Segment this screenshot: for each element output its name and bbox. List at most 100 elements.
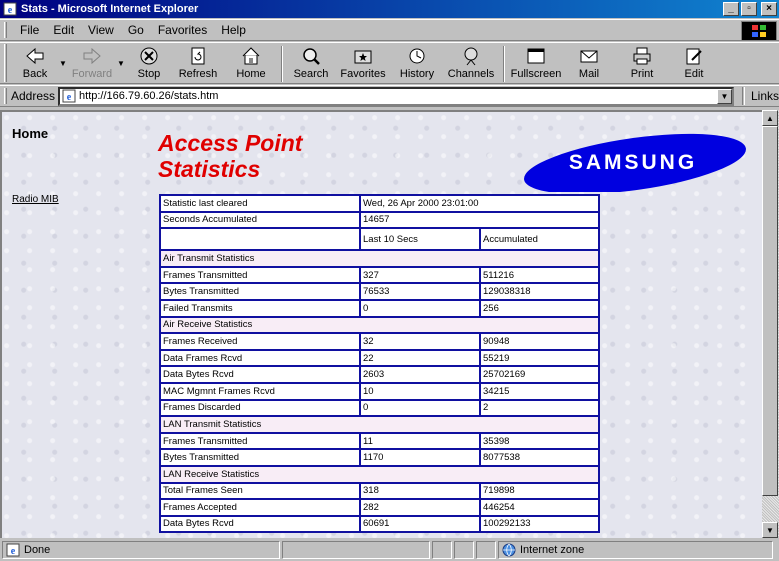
stat-label: Frames Discarded: [159, 398, 361, 418]
section-header-row: Air Receive Statistics: [159, 315, 600, 335]
table-row: Data Bytes Rcvd 60691 100292133: [159, 514, 600, 534]
back-dropdown-icon[interactable]: ▼: [57, 43, 69, 83]
table-row: Frames Accepted 282 446254: [159, 498, 600, 517]
forward-dropdown-icon[interactable]: ▼: [115, 43, 127, 83]
links-button[interactable]: Links: [751, 89, 779, 103]
forward-arrow-icon: [83, 47, 101, 65]
section-header-row: LAN Transmit Statistics: [159, 415, 600, 434]
table-row: MAC Mgmnt Frames Rcvd 10 34215: [159, 381, 600, 401]
stat-label: Bytes Transmitted: [159, 448, 361, 467]
address-bar: Address e http://166.79.60.26/stats.htm …: [0, 85, 779, 107]
table-row: Total Frames Seen 318 719898: [159, 481, 600, 501]
home-icon: [242, 47, 260, 65]
favorites-icon: [354, 50, 372, 64]
column-header-accumulated: Accumulated: [479, 227, 600, 252]
menu-favorites[interactable]: Favorites: [151, 23, 214, 37]
menu-go[interactable]: Go: [121, 23, 151, 37]
stat-last-10-secs: 0: [359, 398, 481, 418]
nav-radio-mib-link[interactable]: Radio MIB: [12, 194, 59, 205]
menu-grip[interactable]: [4, 22, 7, 38]
stat-accumulated: 2: [479, 398, 600, 418]
seconds-accumulated-label: Seconds Accumulated: [159, 210, 361, 230]
security-zone: Internet zone: [520, 544, 585, 556]
home-button[interactable]: Home: [225, 43, 277, 83]
status-text: Done: [24, 544, 51, 556]
address-grip[interactable]: [4, 88, 7, 104]
table-row: Failed Transmits 0 256: [159, 298, 600, 318]
status-panel-small: [432, 541, 452, 559]
stat-last-10-secs: 0: [359, 298, 481, 318]
section-header-row: Air Transmit Statistics: [159, 249, 600, 268]
history-button[interactable]: History: [391, 43, 443, 83]
stats-table: Statistic last cleared Wed, 26 Apr 2000 2…: [159, 194, 600, 534]
toolbar-separator: [503, 46, 505, 82]
table-row: Bytes Transmitted 76533 129038318: [159, 282, 600, 301]
mail-button[interactable]: Mail: [563, 43, 615, 83]
stop-button[interactable]: Stop: [127, 43, 171, 83]
last-cleared-value: Wed, 26 Apr 2000 23:01:00: [359, 194, 600, 213]
toolbar: Back ▼ Forward ▼ Stop Refresh Home Searc…: [0, 42, 779, 84]
scroll-down-icon[interactable]: ▼: [762, 522, 778, 538]
stat-label: Frames Received: [159, 332, 361, 351]
channels-button[interactable]: Channels: [443, 43, 499, 83]
edit-icon: [686, 48, 702, 65]
stat-last-10-secs: 327: [359, 265, 481, 285]
scroll-thumb[interactable]: [762, 126, 778, 496]
status-panel-small: [476, 541, 496, 559]
back-button[interactable]: Back: [13, 43, 57, 83]
table-row: Frames Received 32 90948: [159, 332, 600, 351]
search-button[interactable]: Search: [287, 43, 335, 83]
svg-text:e: e: [8, 5, 13, 16]
favorites-label: Favorites: [340, 68, 386, 80]
print-label: Print: [630, 68, 654, 80]
table-row: Data Bytes Rcvd 2603 25702169: [159, 365, 600, 384]
mail-label: Mail: [578, 68, 600, 80]
nav-home-label: Home: [12, 126, 49, 141]
table-row: Seconds Accumulated 14657: [159, 210, 600, 230]
stat-accumulated: 55219: [479, 348, 600, 368]
svg-text:e: e: [11, 546, 16, 557]
menu-help[interactable]: Help: [214, 23, 253, 37]
stat-last-10-secs: 60691: [359, 514, 481, 534]
stat-accumulated: 25702169: [479, 365, 600, 384]
table-header-row: Last 10 Secs Accumulated: [159, 227, 600, 252]
fullscreen-icon: [527, 48, 545, 64]
address-dropdown-icon[interactable]: ▼: [717, 88, 732, 104]
status-progress-panel: [282, 541, 430, 559]
stat-label: Data Bytes Rcvd: [159, 365, 361, 384]
address-label: Address: [11, 89, 56, 103]
menu-edit[interactable]: Edit: [46, 23, 81, 37]
stat-accumulated: 129038318: [479, 282, 600, 301]
section-title: Air Receive Statistics: [159, 315, 600, 335]
vertical-scrollbar[interactable]: ▲ ▼: [762, 110, 779, 538]
section-header-row: LAN Receive Statistics: [159, 464, 600, 484]
samsung-logo: SAMSUNG: [524, 133, 746, 192]
table-row: Frames Transmitted 327 511216: [159, 265, 600, 285]
page-done-icon: e: [6, 543, 20, 557]
refresh-button[interactable]: Refresh: [171, 43, 225, 83]
fullscreen-button[interactable]: Fullscreen: [509, 43, 563, 83]
stat-accumulated: 511216: [479, 265, 600, 285]
stat-accumulated: 8077538: [479, 448, 600, 467]
stat-last-10-secs: 10: [359, 381, 481, 401]
back-label: Back: [22, 68, 48, 80]
column-header-last: Last 10 Secs: [359, 227, 481, 252]
minimize-button[interactable]: _: [723, 2, 739, 16]
stat-label: Frames Accepted: [159, 498, 361, 517]
fullscreen-label: Fullscreen: [510, 68, 562, 80]
favorites-button[interactable]: Favorites: [335, 43, 391, 83]
edit-button[interactable]: Edit: [669, 43, 719, 83]
menu-view[interactable]: View: [81, 23, 121, 37]
address-input[interactable]: e http://166.79.60.26/stats.htm ▼: [58, 86, 734, 106]
maximize-button[interactable]: ▫: [741, 2, 757, 16]
toolbar-grip[interactable]: [4, 44, 7, 82]
stat-accumulated: 256: [479, 298, 600, 318]
scroll-up-icon[interactable]: ▲: [762, 110, 778, 126]
title-bar: e Stats - Microsoft Internet Explorer _ …: [0, 0, 779, 18]
forward-button[interactable]: Forward: [69, 43, 115, 83]
print-button[interactable]: Print: [615, 43, 669, 83]
toolbar-separator: [281, 46, 283, 82]
close-button[interactable]: ×: [761, 2, 777, 16]
menu-file[interactable]: File: [13, 23, 46, 37]
mail-icon: [580, 50, 598, 63]
